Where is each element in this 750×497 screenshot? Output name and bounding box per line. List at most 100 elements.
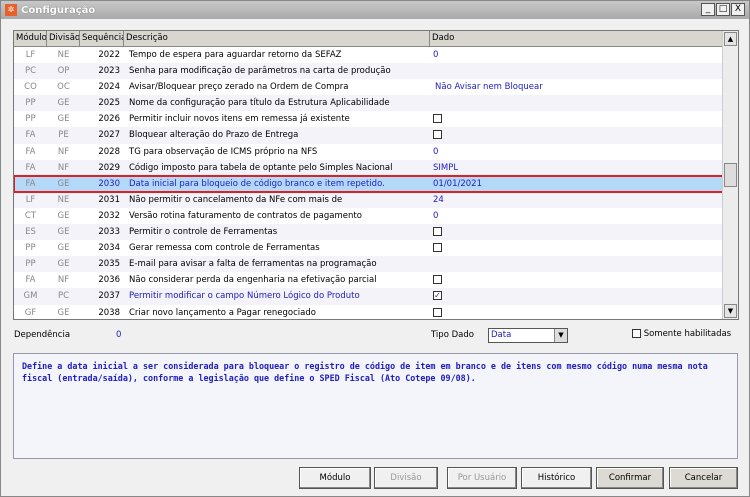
chevron-down-icon[interactable]: ▼ [554, 329, 567, 342]
table-row[interactable]: LF NE 2022 Tempo de espera para aguardar re… [14, 47, 724, 63]
tipo-dado-select[interactable]: Data ▼ [488, 328, 568, 343]
divisao-cell: NE [57, 50, 70, 60]
table-row[interactable]: LF NE 2031 Não permitir o cancelamento da N… [14, 191, 724, 208]
col-dado[interactable]: Dado [430, 31, 724, 46]
table-row[interactable]: PC OP 2023 Senha para modificação de parâme… [14, 63, 724, 80]
col-sequencia[interactable]: Sequência [80, 31, 124, 46]
modulo-button[interactable]: Módulo [299, 467, 371, 489]
maximize-button[interactable]: □ [716, 3, 730, 16]
sequencia-cell: 2027 [98, 130, 120, 141]
col-divisao[interactable]: Divisão [47, 31, 80, 46]
sequencia-cell: 2026 [98, 114, 120, 125]
dado-checkbox[interactable] [430, 111, 724, 127]
col-modulo[interactable]: Módulo [14, 31, 47, 46]
por-usuario-button[interactable]: Por Usuário [447, 467, 517, 489]
table-row[interactable]: ES GE 2033 Permitir o controle de Ferrament… [14, 224, 724, 241]
scroll-down-icon[interactable]: ▼ [724, 304, 737, 318]
descricao-cell: Nome da configuração para título da Estr… [129, 98, 390, 109]
table-row[interactable]: PP GE 2035 E-mail para avisar a falta de fe… [14, 256, 724, 273]
table-row[interactable]: PP GE 2034 Gerar remessa com controle de Fe… [14, 240, 724, 256]
divisao-cell: GE [57, 210, 70, 221]
checkbox-icon[interactable] [433, 130, 442, 140]
somente-habilitadas-checkbox[interactable]: Somente habilitadas [632, 329, 731, 339]
col-descricao[interactable]: Descrição [124, 31, 430, 46]
checkbox-checked-icon[interactable]: ✓ [433, 291, 442, 301]
checkbox-icon[interactable] [632, 329, 641, 338]
dependencia-label: Dependência [14, 330, 71, 340]
dado-checkbox[interactable] [430, 305, 724, 320]
grid-rows: LF NE 2022 Tempo de espera para aguardar re… [14, 47, 725, 320]
dado-cell[interactable]: Não Avisar nem Bloquear [430, 79, 724, 95]
table-row[interactable]: FA PE 2027 Bloquear alteração do Prazo de E… [14, 127, 724, 144]
modulo-cell: CO [24, 82, 37, 93]
descricao-cell: Permitir modificar o campo Número Lógico… [129, 291, 360, 302]
table-row[interactable]: FA NF 2029 Código imposto para tabela de op… [14, 159, 724, 176]
sequencia-cell: 2031 [98, 194, 120, 205]
modulo-cell: FA [25, 162, 36, 173]
descricao-cell: Criar novo lançamento a Pagar renegociad… [129, 307, 316, 318]
table-row[interactable]: FA GE 2030 Data inicial para bloqueio de có… [14, 174, 725, 193]
table-row[interactable]: GF GE 2038 Criar novo lançamento a Pagar re… [14, 305, 724, 320]
dado-cell[interactable] [430, 95, 724, 111]
checkbox-icon[interactable] [433, 114, 442, 124]
checkbox-icon[interactable] [433, 227, 442, 237]
dado-cell[interactable] [430, 256, 724, 272]
table-row[interactable]: FA NF 2036 Não considerar perda da engenhar… [14, 272, 724, 288]
checkbox-icon[interactable] [433, 243, 442, 253]
dado-cell[interactable]: 0 [430, 208, 724, 224]
table-row[interactable]: PP GE 2025 Nome da configuração para título… [14, 95, 724, 112]
scroll-up-icon[interactable]: ▲ [724, 32, 737, 46]
divisao-cell: NF [57, 146, 70, 157]
dado-cell[interactable] [430, 63, 724, 79]
descricao-cell: Avisar/Bloquear preço zerado na Ordem de… [129, 82, 349, 93]
tipo-dado-label: Tipo Dado [431, 330, 474, 340]
dado-checkbox[interactable] [430, 240, 724, 256]
vertical-scrollbar[interactable]: ▲ ▼ [722, 31, 738, 319]
minimize-button[interactable]: _ [701, 3, 715, 16]
divisao-button[interactable]: Divisão [374, 467, 438, 489]
modulo-cell: FA [25, 178, 36, 189]
description-text: Define a data inicial a ser considerada … [13, 353, 738, 459]
modulo-cell: PC [24, 66, 37, 77]
modulo-cell: FA [25, 130, 36, 141]
table-row[interactable]: CO OC 2024 Avisar/Bloquear preço zerado na … [14, 79, 724, 95]
dado-checkbox[interactable]: ✓ [430, 288, 724, 304]
dado-cell[interactable]: 0 [430, 47, 724, 63]
close-button[interactable]: X [731, 3, 745, 16]
dado-cell[interactable]: 01/01/2021 [430, 176, 724, 192]
historico-button[interactable]: Histórico [521, 467, 592, 489]
descricao-cell: Não considerar perda da engenharia na ef… [129, 275, 377, 286]
confirmar-button[interactable]: Confirmar [596, 467, 664, 489]
table-row[interactable]: GM PC 2037 Permitir modificar o campo Númer… [14, 288, 724, 305]
configuracao-window: ✲ Configuração _ □ X Módulo Divisão Sequ… [0, 0, 750, 497]
dependencia-value: 0 [116, 330, 122, 340]
table-row[interactable]: CT GE 2032 Versão rotina faturamento de con… [14, 208, 724, 224]
sequencia-cell: 2030 [98, 178, 120, 189]
dado-checkbox[interactable] [430, 127, 724, 143]
dado-checkbox[interactable] [430, 272, 724, 288]
cancelar-button[interactable]: Cancelar [669, 467, 738, 489]
dado-cell[interactable]: 0 [430, 144, 724, 160]
table-row[interactable]: PP GE 2026 Permitir incluir novos itens em … [14, 111, 724, 127]
scroll-thumb[interactable] [724, 163, 737, 187]
divisao-cell: NF [57, 275, 70, 286]
checkbox-icon[interactable] [433, 275, 442, 285]
descricao-cell: Bloquear alteração do Prazo de Entrega [129, 130, 299, 141]
sequencia-cell: 2028 [98, 146, 120, 157]
dado-cell[interactable]: 24 [430, 192, 724, 208]
modulo-cell: PP [25, 243, 36, 254]
dado-checkbox[interactable] [430, 224, 724, 240]
descricao-cell: Senha para modificação de parâmetros na … [129, 66, 391, 77]
grid-header: Módulo Divisão Sequência Descrição Dado [14, 31, 724, 47]
divisao-cell: GE [57, 98, 70, 109]
table-row[interactable]: FA NF 2028 TG para observação de ICMS própr… [14, 144, 724, 160]
descricao-cell: Data inicial para bloqueio de código bra… [129, 178, 385, 189]
divisao-cell: GE [57, 114, 70, 125]
sequencia-cell: 2032 [98, 210, 120, 221]
app-icon: ✲ [5, 4, 17, 16]
modulo-cell: GF [24, 307, 37, 318]
sequencia-cell: 2025 [98, 98, 120, 109]
modulo-cell: PP [25, 259, 36, 270]
dado-cell[interactable]: SIMPL [430, 160, 724, 176]
checkbox-icon[interactable] [433, 307, 442, 317]
